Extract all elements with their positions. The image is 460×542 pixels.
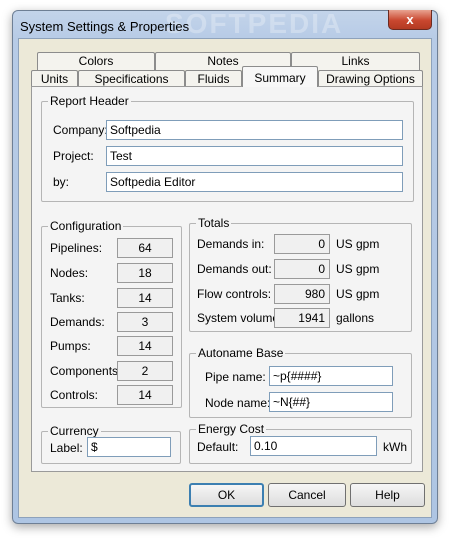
config-pumps-value: 14 [117, 336, 173, 356]
node-name-field[interactable]: ~N{##} [269, 392, 393, 412]
window-title: System Settings & Properties [20, 19, 190, 34]
totals-system-volume-unit: gallons [336, 311, 375, 325]
totals-title: Totals [196, 216, 232, 230]
tab-units-label: Units [40, 72, 69, 86]
config-pumps-label: Pumps: [50, 339, 91, 353]
energy-default-field[interactable]: 0.10 [250, 436, 377, 456]
watermark-text: SOFTPEDIA [165, 8, 344, 39]
config-components-value: 2 [117, 361, 173, 381]
totals-demands-in-unit: US gpm [336, 237, 380, 251]
totals-demands-in-label: Demands in: [197, 237, 265, 251]
config-demands-label: Demands: [50, 315, 105, 329]
close-icon: x [406, 12, 414, 27]
totals-flow-controls-label: Flow controls: [197, 287, 272, 301]
close-button[interactable]: x [388, 10, 432, 30]
config-pipelines-label: Pipelines: [50, 241, 103, 255]
totals-demands-out-unit: US gpm [336, 262, 380, 276]
totals-demands-in-value: 0 [274, 234, 330, 254]
totals-flow-controls-value: 980 [274, 284, 330, 304]
tab-colors-label: Colors [78, 54, 114, 68]
ok-button[interactable]: OK [189, 483, 264, 507]
pipe-name-label: Pipe name: [205, 370, 266, 384]
configuration-title: Configuration [48, 219, 124, 233]
totals-system-volume-label: System volume: [197, 311, 283, 325]
config-nodes-label: Nodes: [50, 266, 89, 280]
config-demands-value: 3 [117, 312, 173, 332]
report-header-title: Report Header [48, 94, 131, 108]
tab-fluids-label: Fluids [197, 72, 230, 86]
tab-specifications-label: Specifications [94, 72, 169, 86]
by-field[interactable]: Softpedia Editor [106, 172, 403, 192]
config-components-label: Components: [50, 364, 122, 378]
node-name-label: Node name: [205, 396, 271, 410]
cancel-button[interactable]: Cancel [268, 483, 346, 507]
energy-cost-title: Energy Cost [196, 422, 267, 436]
currency-title: Currency [48, 424, 101, 438]
energy-unit-label: kWh [383, 440, 407, 454]
tab-links-label: Links [341, 54, 370, 68]
currency-label: Label: [50, 441, 83, 455]
tab-colors[interactable]: Colors [37, 52, 155, 70]
currency-field[interactable]: $ [87, 437, 171, 457]
tab-drawing-options-label: Drawing Options [326, 72, 415, 86]
config-pipelines-value: 64 [117, 238, 173, 258]
config-controls-value: 14 [117, 385, 173, 405]
project-field[interactable]: Test [106, 146, 403, 166]
company-label: Company: [53, 123, 108, 137]
config-tanks-value: 14 [117, 288, 173, 308]
config-tanks-label: Tanks: [50, 291, 85, 305]
config-controls-label: Controls: [50, 388, 99, 402]
totals-system-volume-value: 1941 [274, 308, 330, 328]
totals-demands-out-value: 0 [274, 259, 330, 279]
project-label: Project: [53, 149, 94, 163]
tab-notes-label: Notes [207, 54, 239, 68]
totals-flow-controls-unit: US gpm [336, 287, 380, 301]
config-nodes-value: 18 [117, 263, 173, 283]
energy-default-label: Default: [197, 440, 239, 454]
tab-summary-label: Summary [254, 71, 306, 85]
autoname-title: Autoname Base [196, 346, 286, 360]
tab-summary[interactable]: Summary [242, 66, 318, 87]
by-label: by: [53, 175, 70, 189]
help-button[interactable]: Help [350, 483, 425, 507]
pipe-name-field[interactable]: ~p{####} [269, 366, 393, 386]
totals-demands-out-label: Demands out: [197, 262, 272, 276]
company-field[interactable]: Softpedia [106, 120, 403, 140]
